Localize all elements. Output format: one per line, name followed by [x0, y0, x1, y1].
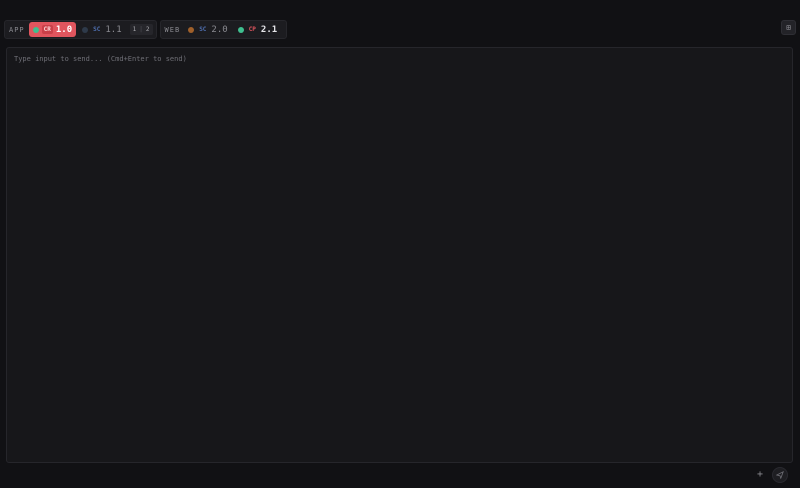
tab-tag: CR [41, 25, 53, 34]
group-web: WEB SC 2.0 CP 2.1 [159, 20, 288, 39]
split-right: 2 [145, 26, 150, 33]
tab-tag: SC [93, 26, 101, 33]
plus-icon: + [756, 468, 764, 480]
status-dot-icon [237, 26, 244, 33]
input-textarea[interactable] [7, 48, 792, 462]
tab-tag: SC [199, 26, 207, 33]
tab-app-cr[interactable]: CR 1.0 [28, 22, 77, 37]
tab-toolbar: APP CR 1.0 SC 1.1 1 | 2 WEB SC 2.0 CP 2.… [4, 20, 288, 39]
split-separator: | [139, 26, 143, 33]
layout-toggle-button[interactable]: ⊞ [781, 20, 796, 35]
tab-version: 1.1 [105, 24, 122, 35]
tab-version: 2.0 [211, 24, 228, 35]
tab-version: 2.1 [260, 24, 278, 35]
tab-web-cp[interactable]: CP 2.1 [234, 22, 282, 37]
group-app: APP CR 1.0 SC 1.1 1 | 2 [4, 20, 157, 39]
send-icon [776, 471, 784, 479]
tab-tag: CP [248, 26, 256, 33]
input-editor [6, 47, 793, 463]
status-dot-icon [32, 26, 39, 33]
status-dot-icon [82, 26, 89, 33]
tab-app-sc[interactable]: SC 1.1 [78, 22, 126, 37]
tab-version: 1.0 [55, 24, 73, 35]
status-dot-icon [188, 26, 195, 33]
grid-icon: ⊞ [786, 23, 791, 32]
split-left: 1 [132, 26, 137, 33]
group-label-web: WEB [164, 25, 181, 34]
tab-web-sc[interactable]: SC 2.0 [184, 22, 232, 37]
group-label-app: APP [9, 25, 25, 34]
send-button[interactable] [772, 467, 788, 483]
split-view-toggle[interactable]: 1 | 2 [129, 24, 153, 35]
add-button[interactable]: + [754, 468, 766, 480]
